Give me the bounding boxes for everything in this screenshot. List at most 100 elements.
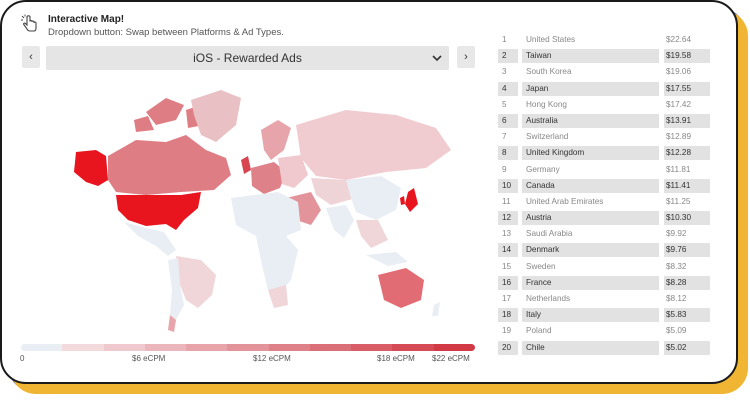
country-name: United Arab Emirates <box>526 196 604 206</box>
country-southeast-asia[interactable] <box>356 220 388 248</box>
rank-number: 2 <box>502 51 507 61</box>
ecpm-value: $13.91 <box>664 113 710 128</box>
rank-number: 16 <box>502 277 512 287</box>
table-row[interactable]: 6 Australia $13.91 <box>498 113 716 129</box>
rank-number: 14 <box>502 245 512 255</box>
table-row[interactable]: 3 South Korea $19.06 <box>498 64 716 80</box>
country-scandinavia[interactable] <box>261 120 291 160</box>
dropdown-value: iOS - Rewarded Ads <box>193 51 302 65</box>
country-australia[interactable] <box>378 268 424 308</box>
country-name: Chile <box>522 340 659 355</box>
rank-number: 15 <box>502 261 512 271</box>
country-indonesia[interactable] <box>366 252 408 266</box>
country-alaska[interactable] <box>74 150 108 186</box>
pointer-hand-icon <box>21 14 37 32</box>
country-name: Netherlands <box>526 294 571 303</box>
country-china[interactable] <box>346 176 401 220</box>
table-row[interactable]: 18 Italy $5.83 <box>498 307 716 323</box>
prev-button[interactable]: ‹ <box>22 46 40 68</box>
country-name: United States <box>526 35 576 44</box>
table-row[interactable]: 17 Netherlands $8.12 <box>498 291 716 307</box>
table-row[interactable]: 7 Switzerland $12.89 <box>498 129 716 145</box>
rank-number: 6 <box>502 115 507 125</box>
country-name: Saudi Arabia <box>526 229 573 239</box>
table-row[interactable]: 13 Saudi Arabia $9.92 <box>498 226 716 242</box>
table-row[interactable]: 11 United Arab Emirates $11.25 <box>498 194 716 210</box>
country-name: Australia <box>522 113 659 128</box>
legend-tick-6: $6 eCPM <box>132 354 166 363</box>
table-row[interactable]: 20 Chile $5.02 <box>498 340 716 356</box>
country-name: Austria <box>522 211 659 226</box>
rank-background <box>498 81 518 96</box>
country-name: United Kingdom <box>522 146 659 161</box>
legend-tick-0: 0 <box>20 354 25 363</box>
country-japan[interactable] <box>405 188 418 212</box>
rank-number: 10 <box>502 180 512 190</box>
platform-dropdown[interactable]: iOS - Rewarded Ads <box>46 46 449 70</box>
country-name: Sweden <box>526 261 556 271</box>
table-row[interactable]: 2 Taiwan $19.58 <box>498 48 716 64</box>
rank-number: 20 <box>502 342 512 352</box>
legend-segment <box>268 344 310 351</box>
ecpm-value: $9.76 <box>664 243 710 258</box>
world-choropleth-map[interactable] <box>16 80 484 342</box>
legend-color-bar <box>21 344 475 351</box>
rank-number: 4 <box>502 83 507 93</box>
next-button[interactable]: › <box>457 46 475 68</box>
table-row[interactable]: 4 Japan $17.55 <box>498 81 716 97</box>
card-subtitle: Dropdown button: Swap between Platforms … <box>48 27 284 38</box>
table-row[interactable]: 16 France $8.28 <box>498 275 716 291</box>
rank-background <box>498 146 518 161</box>
rank-number: 7 <box>502 132 507 142</box>
table-row[interactable]: 8 United Kingdom $12.28 <box>498 145 716 161</box>
ecpm-value: $9.92 <box>666 229 687 239</box>
country-name: Italy <box>522 308 659 323</box>
legend-tick-22: $22 eCPM <box>432 354 470 363</box>
table-row[interactable]: 9 Germany $11.81 <box>498 162 716 178</box>
table-row[interactable]: 15 Sweden $8.32 <box>498 259 716 275</box>
rank-number: 8 <box>502 148 507 158</box>
country-central-africa[interactable] <box>256 236 298 295</box>
country-russia[interactable] <box>296 110 451 180</box>
legend-tick-12: $12 eCPM <box>253 354 291 363</box>
country-greenland[interactable] <box>191 90 241 142</box>
country-new-zealand[interactable] <box>432 302 440 316</box>
table-row[interactable]: 12 Austria $10.30 <box>498 210 716 226</box>
table-row[interactable]: 19 Poland $5.09 <box>498 323 716 339</box>
country-name: France <box>522 275 659 290</box>
country-name: Switzerland <box>526 132 569 142</box>
table-row[interactable]: 14 Denmark $9.76 <box>498 242 716 258</box>
table-row[interactable]: 5 Hong Kong $17.42 <box>498 97 716 113</box>
ecpm-value: $19.58 <box>664 49 710 64</box>
country-mexico[interactable] <box>124 222 176 256</box>
rank-number: 3 <box>502 67 507 77</box>
country-north-africa[interactable] <box>231 192 301 238</box>
legend-segment <box>309 344 352 351</box>
legend-segment <box>227 344 269 351</box>
rank-background <box>498 49 518 64</box>
table-row[interactable]: 10 Canada $11.41 <box>498 178 716 194</box>
ecpm-value: $12.89 <box>666 132 692 142</box>
country-canada[interactable] <box>108 135 231 195</box>
country-ranking-table: 1 United States $22.64 2 Taiwan $19.58 3 South … <box>498 32 716 356</box>
ecpm-value: $12.28 <box>664 146 710 161</box>
country-south-korea[interactable] <box>400 196 405 205</box>
ecpm-value: $11.25 <box>666 196 691 206</box>
country-name: Germany <box>526 164 560 174</box>
ecpm-value: $8.28 <box>664 275 710 290</box>
legend-segment <box>144 344 187 351</box>
rank-number: 9 <box>502 164 507 174</box>
country-india[interactable] <box>326 205 354 238</box>
rank-number: 1 <box>502 35 507 44</box>
country-name: Denmark <box>522 243 659 258</box>
table-row[interactable]: 1 United States $22.64 <box>498 32 716 48</box>
chevron-down-icon <box>432 55 442 62</box>
legend-tick-18: $18 eCPM <box>377 354 415 363</box>
ecpm-value: $10.30 <box>664 211 710 226</box>
ecpm-value: $8.12 <box>666 294 687 303</box>
legend-segment <box>103 344 145 351</box>
rank-number: 18 <box>502 310 512 320</box>
rank-background <box>498 113 518 128</box>
country-uk[interactable] <box>241 156 251 174</box>
rank-number: 12 <box>502 213 512 223</box>
